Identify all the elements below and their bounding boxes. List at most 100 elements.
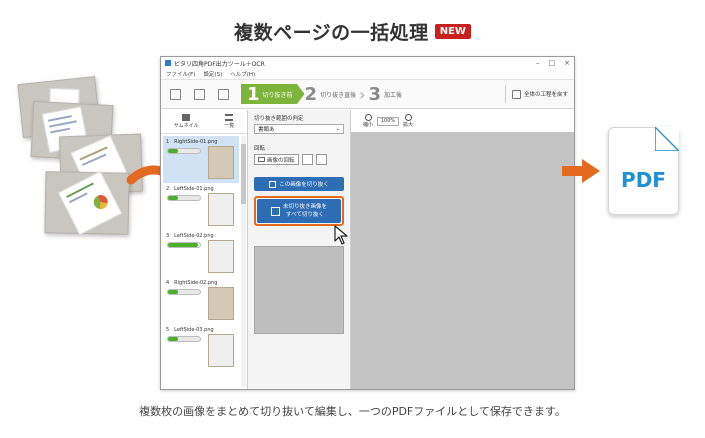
step-label: 切り抜き前 — [262, 91, 293, 99]
menu-bar: ファイル(F) 設定(S) ヘルプ(H) — [161, 69, 574, 79]
thumbnail-sidebar: サムネイル 一覧 1 RightSide-01.png 2 LeftSide-0… — [161, 110, 248, 389]
tab-thumbnail[interactable]: サムネイル — [174, 114, 199, 129]
progress-fill — [168, 337, 178, 341]
crop-panel: 切り抜き範囲の判定 書類あ ⌄ 回転 画像の回転 この画像を切り抜く 未切り抜き… — [248, 110, 351, 389]
zoom-value: 100% — [380, 118, 396, 124]
crop-all-line1: 未切り抜き画像を — [282, 204, 327, 210]
page-fold-icon — [655, 127, 679, 151]
step-2[interactable]: 2 切り抜き直後 — [304, 83, 357, 105]
arrow-right-icon — [562, 159, 600, 183]
view-tabs: サムネイル 一覧 — [161, 110, 247, 134]
list-item[interactable]: 5 LeftSide-03.png — [163, 324, 239, 371]
progress-bar — [167, 336, 201, 342]
image-canvas[interactable] — [351, 132, 574, 389]
progress-bar — [167, 242, 201, 248]
doc-text-line — [49, 120, 77, 128]
progress-bar — [167, 289, 201, 295]
thumb-name: 1 RightSide-01.png — [166, 139, 218, 145]
crop-icon — [269, 180, 277, 188]
tab-label: 一覧 — [224, 123, 235, 129]
chevron-right-icon: › — [359, 84, 366, 104]
step-number: 2 — [304, 83, 318, 105]
list-item[interactable]: 2 LeftSide-01.png — [163, 183, 239, 230]
window-controls: – □ × — [536, 59, 570, 67]
crop-range-label: 切り抜き範囲の判定 — [254, 116, 304, 122]
zoom-in-button[interactable]: 拡大 — [403, 114, 413, 128]
crop-this-image-button[interactable]: この画像を切り抜く — [254, 177, 344, 191]
rotate-right-icon[interactable] — [315, 154, 327, 165]
crop-preview — [254, 246, 344, 334]
thumb-image — [208, 193, 234, 226]
progress-bar — [167, 195, 201, 201]
open-folder-icon[interactable] — [170, 88, 181, 100]
caption: 複数枚の画像をまとめて切り抜いて編集し、一つのPDFファイルとして保存できます。 — [139, 405, 566, 418]
undo-all-label: 全体の工程を戻す — [523, 92, 568, 98]
source-photo-4 — [44, 170, 130, 236]
crop-all-button[interactable]: 未切り抜き画像を すべて切り抜く — [257, 199, 341, 223]
maximize-icon[interactable]: □ — [549, 59, 556, 67]
zoom-out-icon — [364, 114, 372, 121]
zoom-in-icon — [404, 114, 412, 121]
crop-all-icon — [270, 206, 280, 216]
thumb-name: 2 LeftSide-01.png — [166, 186, 214, 192]
thumb-name: 5 LeftSide-03.png — [166, 327, 214, 333]
menu-settings[interactable]: 設定(S) — [203, 70, 222, 78]
crop-all-label: 未切り抜き画像を すべて切り抜く — [283, 203, 327, 219]
scrollbar-thumb[interactable] — [241, 144, 246, 204]
rotate-left-icon[interactable] — [301, 154, 313, 165]
crop-all-line2: すべて切り抜く — [286, 212, 324, 218]
doc-text-line — [50, 127, 71, 134]
tab-list[interactable]: 一覧 — [224, 114, 234, 129]
zoom-out-button[interactable]: 縮小 — [363, 114, 373, 128]
list-item[interactable]: 1 RightSide-01.png — [163, 136, 239, 183]
progress-bar — [167, 148, 201, 154]
rotate-label: 回転 — [254, 146, 266, 152]
pie-chart-graphic — [91, 192, 111, 212]
step-label: 加工後 — [384, 91, 403, 99]
thumb-image — [208, 146, 234, 179]
tab-label: サムネイル — [173, 123, 199, 129]
pdf-file-icon: PDF — [608, 127, 679, 215]
list-view-icon — [225, 114, 234, 121]
zoom-select[interactable]: 100% — [377, 116, 400, 126]
pdf-label: PDF — [621, 168, 666, 192]
step-label: 切り抜き直後 — [320, 91, 357, 99]
image-icon — [258, 157, 265, 162]
step-3[interactable]: 3 加工後 — [368, 83, 403, 105]
rotate-image-button[interactable]: 画像の回転 — [254, 154, 299, 165]
trash-icon[interactable] — [218, 88, 229, 100]
step-1[interactable]: 1 切り抜き前 — [241, 84, 305, 104]
menu-help[interactable]: ヘルプ(H) — [230, 70, 255, 78]
source-document — [57, 170, 123, 236]
zoom-bar: 縮小 100% 拡大 — [351, 110, 574, 132]
menu-file[interactable]: ファイル(F) — [166, 70, 195, 78]
thumb-image — [208, 334, 234, 367]
step-number: 3 — [368, 83, 382, 105]
thumb-image — [208, 287, 234, 320]
progress-fill — [168, 196, 178, 200]
window-titlebar: ピタリ四角PDF出力ツール＋OCR – □ × — [161, 57, 574, 69]
thumbnail-list: 1 RightSide-01.png 2 LeftSide-01.png 3 L… — [163, 136, 239, 387]
progress-fill — [168, 290, 178, 294]
step-number: 1 — [247, 83, 260, 105]
zoom-in-label: 拡大 — [403, 122, 414, 128]
minimize-icon[interactable]: – — [536, 59, 540, 67]
list-item[interactable]: 4 RightSide-02.png — [163, 277, 239, 324]
app-icon — [165, 60, 171, 66]
new-badge: NEW — [434, 24, 471, 39]
list-item[interactable]: 3 LeftSide-02.png — [163, 230, 239, 277]
crop-all-highlight: 未切り抜き画像を すべて切り抜く — [254, 196, 344, 226]
rotate-row: 画像の回転 — [254, 154, 344, 165]
undo-all-button[interactable]: 全体の工程を戻す — [504, 85, 568, 103]
stage: 複数ページの一括処理 NEW ピタリ四角PDF出力ツール＋OCR – □ × フ… — [0, 0, 705, 438]
add-file-icon[interactable] — [194, 88, 205, 100]
thumbnail-scrollbar[interactable] — [241, 136, 246, 387]
progress-fill — [168, 149, 178, 153]
window-body: サムネイル 一覧 1 RightSide-01.png 2 LeftSide-0… — [161, 110, 574, 389]
rotate-image-label: 画像の回転 — [267, 157, 295, 164]
close-icon[interactable]: × — [564, 59, 570, 67]
page-heading: 複数ページの一括処理 NEW — [0, 18, 705, 45]
window-title: ピタリ四角PDF出力ツール＋OCR — [174, 60, 265, 68]
thumb-image — [208, 240, 234, 273]
crop-range-select[interactable]: 書類あ ⌄ — [254, 124, 344, 134]
